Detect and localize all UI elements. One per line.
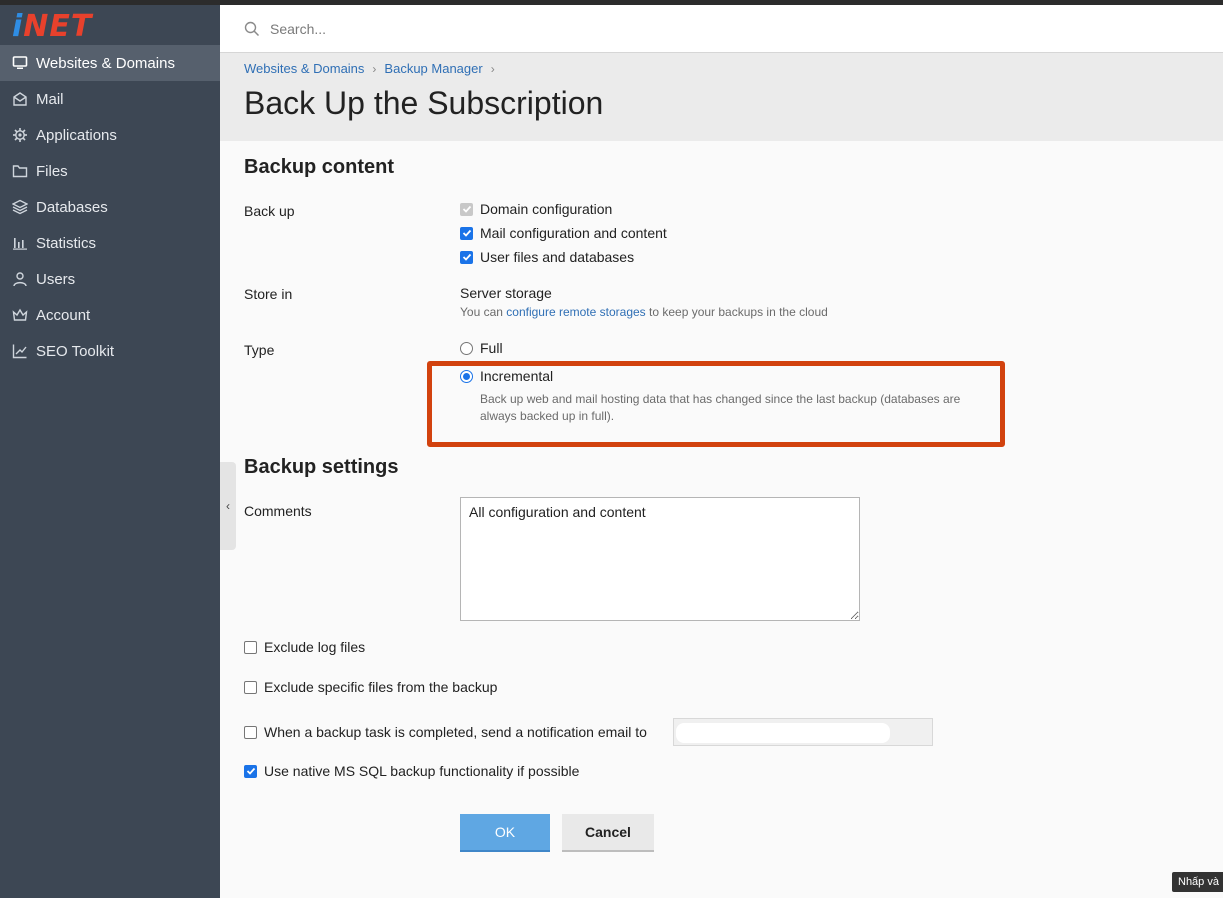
sidebar-item-label: Databases xyxy=(36,198,108,216)
sidebar-item-label: Mail xyxy=(36,90,64,108)
option-label: Full xyxy=(480,340,503,356)
comments-label: Comments xyxy=(244,503,312,519)
sidebar-item-mail[interactable]: Mail xyxy=(0,81,220,117)
sidebar-item-label: Users xyxy=(36,270,76,288)
tooltip: Nhấp và xyxy=(1172,872,1223,892)
checkbox-exclude-specific-files[interactable] xyxy=(244,680,257,694)
crown-icon xyxy=(12,307,28,323)
option-label: Exclude specific files from the backup xyxy=(264,679,498,695)
breadcrumb-link-backup-manager[interactable]: Backup Manager xyxy=(384,61,482,76)
search-icon xyxy=(244,21,260,37)
option-native-mssql[interactable]: Use native MS SQL backup functionality i… xyxy=(244,763,579,779)
sidebar-item-databases[interactable]: Databases xyxy=(0,189,220,225)
sidebar-item-label: Statistics xyxy=(36,234,97,252)
chart-up-icon xyxy=(12,343,28,359)
store-value-text: Server storage xyxy=(460,285,552,301)
search-bar xyxy=(220,5,1223,53)
chevron-right-icon: › xyxy=(372,61,377,76)
store-hint: You can configure remote storages to kee… xyxy=(460,304,828,321)
option-user-files-databases[interactable]: User files and databases xyxy=(460,249,634,265)
folder-icon xyxy=(12,163,28,179)
store-value: Server storage xyxy=(460,285,552,301)
sidebar-item-statistics[interactable]: Statistics xyxy=(0,225,220,261)
logo-text-net: NET xyxy=(23,8,93,44)
checkbox-mail-configuration[interactable] xyxy=(460,226,473,240)
option-label: User files and databases xyxy=(480,249,635,265)
option-exclude-specific-files[interactable]: Exclude specific files from the backup xyxy=(244,679,497,695)
checkbox-notify-email[interactable] xyxy=(244,725,257,739)
gear-icon xyxy=(12,127,28,143)
sidebar-item-files[interactable]: Files xyxy=(0,153,220,189)
breadcrumb-link-websites-domains[interactable]: Websites & Domains xyxy=(244,61,364,76)
sidebar-item-label: Applications xyxy=(36,126,117,144)
layers-icon xyxy=(12,199,28,215)
sidebar-item-label: Files xyxy=(36,162,68,180)
search-input[interactable] xyxy=(268,19,872,38)
option-domain-configuration[interactable]: Domain configuration xyxy=(460,201,612,217)
highlight-annotation-box xyxy=(427,361,1005,447)
logo[interactable]: iNET xyxy=(12,8,93,44)
checkbox-domain-configuration[interactable] xyxy=(460,202,473,216)
configure-remote-storages-link[interactable]: configure remote storages xyxy=(506,305,645,319)
option-label: Use native MS SQL backup functionality i… xyxy=(264,763,580,779)
backup-label: Back up xyxy=(244,203,295,219)
notification-email-input[interactable] xyxy=(676,723,890,743)
checkbox-native-mssql[interactable] xyxy=(244,764,257,778)
chevron-right-icon: › xyxy=(490,61,495,76)
breadcrumb: Websites & Domains › Backup Manager › xyxy=(244,61,503,76)
logo-text-i: i xyxy=(12,8,24,44)
store-hint-pre: You can xyxy=(460,305,507,319)
type-option-full[interactable]: Full xyxy=(460,340,503,356)
store-in-label: Store in xyxy=(244,286,293,302)
option-exclude-log-files[interactable]: Exclude log files xyxy=(244,639,365,655)
sidebar: iNET Websites & Domains Mail Application… xyxy=(0,5,220,898)
option-label: When a backup task is completed, send a … xyxy=(264,724,647,740)
page-header: Websites & Domains › Backup Manager › Ba… xyxy=(220,53,1223,141)
option-label: Exclude log files xyxy=(264,639,366,655)
comments-textarea[interactable]: All configuration and content xyxy=(460,497,860,621)
option-label: Domain configuration xyxy=(480,201,613,217)
section-title-backup-content: Backup content xyxy=(244,156,395,178)
option-mail-configuration[interactable]: Mail configuration and content xyxy=(460,225,667,241)
checkbox-exclude-log-files[interactable] xyxy=(244,640,257,654)
checkbox-user-files-databases[interactable] xyxy=(460,250,473,264)
envelope-icon xyxy=(12,91,28,107)
sidebar-item-websites-domains[interactable]: Websites & Domains xyxy=(0,45,220,81)
sidebar-item-label: SEO Toolkit xyxy=(36,342,115,360)
user-icon xyxy=(12,271,28,287)
sidebar-item-applications[interactable]: Applications xyxy=(0,117,220,153)
ok-button[interactable]: OK xyxy=(460,814,550,852)
chevron-left-icon: ‹ xyxy=(226,499,230,513)
bar-chart-icon xyxy=(12,235,28,251)
sidebar-item-seo-toolkit[interactable]: SEO Toolkit xyxy=(0,333,220,369)
sidebar-item-users[interactable]: Users xyxy=(0,261,220,297)
monitor-icon xyxy=(12,55,28,71)
sidebar-item-label: Websites & Domains xyxy=(36,54,175,72)
store-hint-post: to keep your backups in the cloud xyxy=(645,305,828,319)
notification-email-field xyxy=(673,718,933,746)
sidebar-item-account[interactable]: Account xyxy=(0,297,220,333)
section-title-backup-settings: Backup settings xyxy=(244,456,399,478)
sidebar-item-label: Account xyxy=(36,306,91,324)
type-label: Type xyxy=(244,342,275,358)
sidebar-nav: Websites & Domains Mail Applications Fil… xyxy=(0,45,220,369)
option-notify-email[interactable]: When a backup task is completed, send a … xyxy=(244,724,647,740)
page-title: Back Up the Subscription xyxy=(244,85,604,121)
cancel-button[interactable]: Cancel xyxy=(562,814,654,852)
option-label: Mail configuration and content xyxy=(480,225,667,241)
sidebar-collapse-handle[interactable]: ‹ xyxy=(220,462,236,550)
radio-full[interactable] xyxy=(460,341,473,355)
